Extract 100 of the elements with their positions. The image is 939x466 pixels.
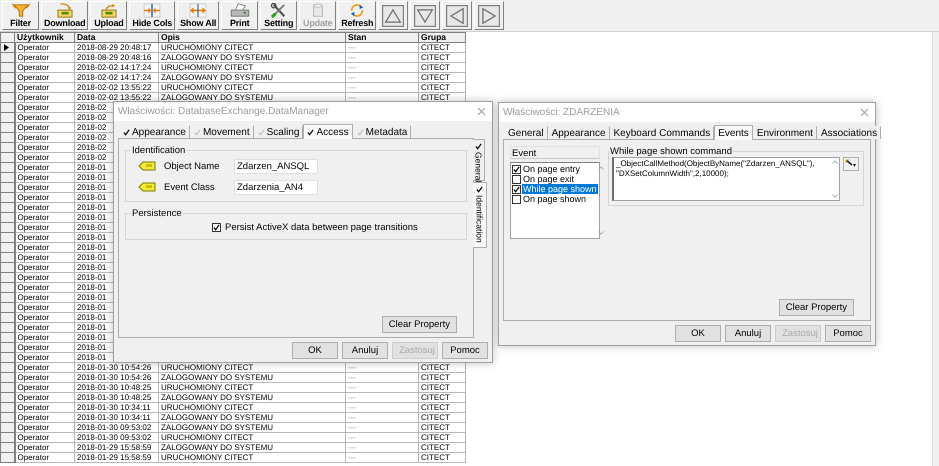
table-cell: ---: [346, 422, 418, 432]
table-cell: ---: [346, 402, 418, 412]
list-item[interactable]: While page shown: [522, 184, 598, 194]
table-cell: Operator: [14, 52, 74, 62]
list-header: Event: [510, 146, 600, 159]
table-cell: URUCHOMIONY CITECT: [158, 382, 346, 392]
table-cell: CITECT: [418, 372, 466, 382]
text-field[interactable]: Zdarzen_ANSQL: [234, 159, 318, 174]
table-cell: ---: [346, 52, 418, 62]
side-tab[interactable]: General: [473, 139, 485, 181]
scroll-down-icon[interactable]: [832, 194, 838, 198]
table-cell: ---: [346, 382, 418, 392]
table-cell: 2018-01-30 09:53:02: [74, 422, 158, 432]
wand-icon: [845, 159, 857, 169]
column-header[interactable]: Grupa: [418, 32, 466, 42]
toolbar-button[interactable]: Print: [221, 1, 258, 30]
table-cell: Operator: [14, 362, 74, 372]
table-cell: Operator: [14, 382, 74, 392]
side-tab[interactable]: Identification: [473, 182, 487, 248]
nav-button[interactable]: [410, 1, 440, 30]
close-icon[interactable]: [860, 108, 869, 117]
table-cell: 2018-01-29 15:58:59: [74, 452, 158, 462]
table-cell: CITECT: [418, 82, 466, 92]
dialog-button[interactable]: Anuluj: [342, 342, 388, 359]
tag-icon: [138, 181, 158, 194]
checkbox[interactable]: [512, 184, 521, 194]
table-cell: ZALOGOWANY DO SYSTEMU: [158, 52, 346, 62]
tab[interactable]: Events: [714, 125, 753, 140]
wand-button[interactable]: [843, 157, 859, 171]
table-cell: 2018-02-02 14:17:24: [74, 72, 158, 82]
table-cell: ---: [346, 432, 418, 442]
table-cell: CITECT: [418, 412, 466, 422]
table-cell: URUCHOMIONY CITECT: [158, 402, 346, 412]
table-cell: 2018-08-29 20:48:16: [74, 52, 158, 62]
table-cell: ---: [346, 412, 418, 422]
table-cell: Operator: [14, 92, 74, 102]
table-cell: Operator: [14, 202, 74, 212]
toolbar-button[interactable]: Upload: [90, 1, 128, 30]
column-header[interactable]: Opis: [158, 32, 346, 42]
nav-button[interactable]: [474, 1, 504, 30]
table-cell: Operator: [14, 432, 74, 442]
dialog-button[interactable]: Pomoc: [442, 342, 488, 359]
table-cell: 2018-02-02 14:17:24: [74, 62, 158, 72]
scroll-up-icon[interactable]: [598, 166, 604, 170]
table-cell: Operator: [14, 372, 74, 382]
toolbar-button[interactable]: Refresh: [338, 1, 376, 30]
toolbar-button[interactable]: Show All: [177, 1, 220, 30]
toolbar-button[interactable]: Download: [41, 1, 88, 30]
clear-property-button[interactable]: Clear Property: [382, 316, 457, 333]
group-title: While page shown command: [609, 146, 733, 157]
toolbar-button[interactable]: Hide Cols: [129, 1, 176, 30]
table-cell: CITECT: [418, 62, 466, 72]
dialog-button[interactable]: OK: [675, 325, 721, 342]
clear-property-button[interactable]: Clear Property: [778, 299, 854, 316]
close-icon[interactable]: [477, 107, 486, 116]
list-item[interactable]: On page shown: [522, 194, 588, 204]
table-cell: ZALOGOWANY DO SYSTEMU: [158, 372, 346, 382]
column-header[interactable]: Stan: [346, 32, 418, 42]
table-cell: Operator: [14, 452, 74, 462]
table-cell: Operator: [14, 182, 74, 192]
scroll-down-icon[interactable]: [598, 231, 604, 235]
column-header[interactable]: Data: [74, 32, 158, 42]
table-cell: Operator: [14, 282, 74, 292]
table-cell: 2018-02-02 13:55:22: [74, 82, 158, 92]
checkbox[interactable]: [212, 223, 221, 232]
table-cell: ZALOGOWANY DO SYSTEMU: [158, 422, 346, 432]
row-header[interactable]: [0, 42, 14, 52]
checkbox[interactable]: [512, 164, 521, 174]
table-cell: URUCHOMIONY CITECT: [158, 42, 346, 52]
list-item[interactable]: On page exit: [522, 174, 576, 184]
table-cell: ZALOGOWANY DO SYSTEMU: [158, 72, 346, 82]
table-cell: CITECT: [418, 52, 466, 62]
table-cell: Operator: [14, 442, 74, 452]
table-cell: 2018-08-29 20:48:17: [74, 42, 158, 52]
scroll-up-icon[interactable]: [832, 160, 838, 164]
table-cell: Operator: [14, 262, 74, 272]
column-header[interactable]: Użytkownik: [14, 32, 74, 42]
table-cell: Operator: [14, 272, 74, 282]
checkbox[interactable]: [512, 194, 521, 204]
table-cell: Operator: [14, 352, 74, 362]
tag-icon: [138, 160, 158, 173]
command-field[interactable]: _ObjectCallMethod(ObjectByName("Zdarzen_ANSQL"), "DXSetColumnWidth",2,10000);: [612, 157, 840, 201]
table-cell: 2018-01-30 10:48:25: [74, 392, 158, 402]
table-cell: CITECT: [418, 72, 466, 82]
field-label: Event Class: [164, 182, 216, 193]
table-cell: Operator: [14, 312, 74, 322]
text-field[interactable]: Zdarzenia_AN4: [234, 180, 318, 195]
toolbar-button[interactable]: Setting: [260, 1, 298, 30]
checkbox[interactable]: [512, 174, 521, 184]
dialog-button[interactable]: Anuluj: [725, 325, 771, 342]
list-item[interactable]: On page entry: [522, 164, 582, 174]
nav-button[interactable]: [378, 1, 408, 30]
dialog-button[interactable]: Pomoc: [825, 325, 871, 342]
table-cell: Operator: [14, 132, 74, 142]
toolbar-button[interactable]: Filter: [2, 1, 39, 30]
table-cell: CITECT: [418, 422, 466, 432]
nav-button[interactable]: [442, 1, 472, 30]
table-cell: Operator: [14, 292, 74, 302]
dialog-button[interactable]: OK: [292, 342, 338, 359]
tab[interactable]: Access: [303, 124, 353, 139]
